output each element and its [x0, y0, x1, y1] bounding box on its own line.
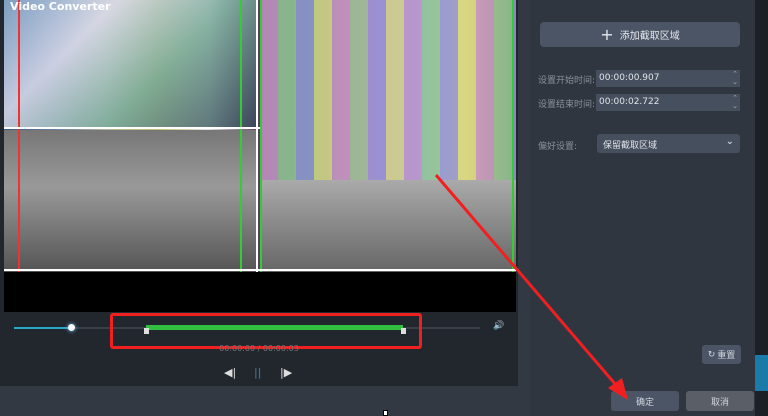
- ok-button[interactable]: 确定: [611, 391, 679, 411]
- end-time-input[interactable]: 00:00:02.722 ⌃ ⌄: [596, 94, 740, 111]
- pref-value: 保留截取区域: [603, 141, 658, 151]
- start-label: 设置开始时间:: [538, 76, 596, 86]
- cancel-button[interactable]: 取消: [686, 391, 754, 411]
- next-frame-icon[interactable]: |▶: [280, 366, 292, 379]
- pref-label: 偏好设置:: [538, 142, 578, 152]
- time-display: 00:00:00 / 00:00:03: [219, 344, 299, 353]
- pref-select[interactable]: 保留截取区域 ⌄: [597, 134, 740, 153]
- mouse-cursor: [383, 410, 388, 416]
- add-region-label: 添加截取区域: [619, 31, 680, 42]
- volume-icon[interactable]: 🔊: [493, 321, 504, 331]
- chevron-down-icon: ⌄: [725, 136, 734, 147]
- start-time-input[interactable]: 00:00:00.907 ⌃ ⌄: [596, 70, 740, 87]
- reset-button[interactable]: ↻ 重置: [702, 345, 741, 364]
- player-pane: Video Converter 🔊 00:00:00 / 00:00:03 ◀|…: [0, 0, 518, 386]
- reset-label: 重置: [717, 351, 736, 361]
- end-time-value: 00:00:02.722: [599, 97, 660, 107]
- spinner-icon[interactable]: ⌃ ⌄: [732, 70, 738, 86]
- end-label: 设置结束时间:: [538, 100, 596, 110]
- add-region-button[interactable]: + 添加截取区域: [540, 22, 740, 47]
- video-preview: Video Converter: [4, 0, 516, 272]
- trim-panel: + 添加截取区域 设置开始时间: 00:00:00.907 ⌃ ⌄ 设置结束时间:…: [530, 0, 755, 416]
- plus-icon: +: [600, 25, 614, 44]
- refresh-icon: ↻: [707, 349, 716, 360]
- prev-frame-icon[interactable]: ◀|: [224, 366, 236, 379]
- pause-icon[interactable]: ||: [254, 366, 261, 379]
- app-title: Video Converter: [10, 0, 111, 13]
- start-time-value: 00:00:00.907: [599, 73, 660, 83]
- progress-knob[interactable]: [68, 324, 75, 331]
- spinner-icon[interactable]: ⌃ ⌄: [732, 94, 738, 110]
- letterbox: [4, 272, 516, 312]
- window-edge: [755, 0, 768, 416]
